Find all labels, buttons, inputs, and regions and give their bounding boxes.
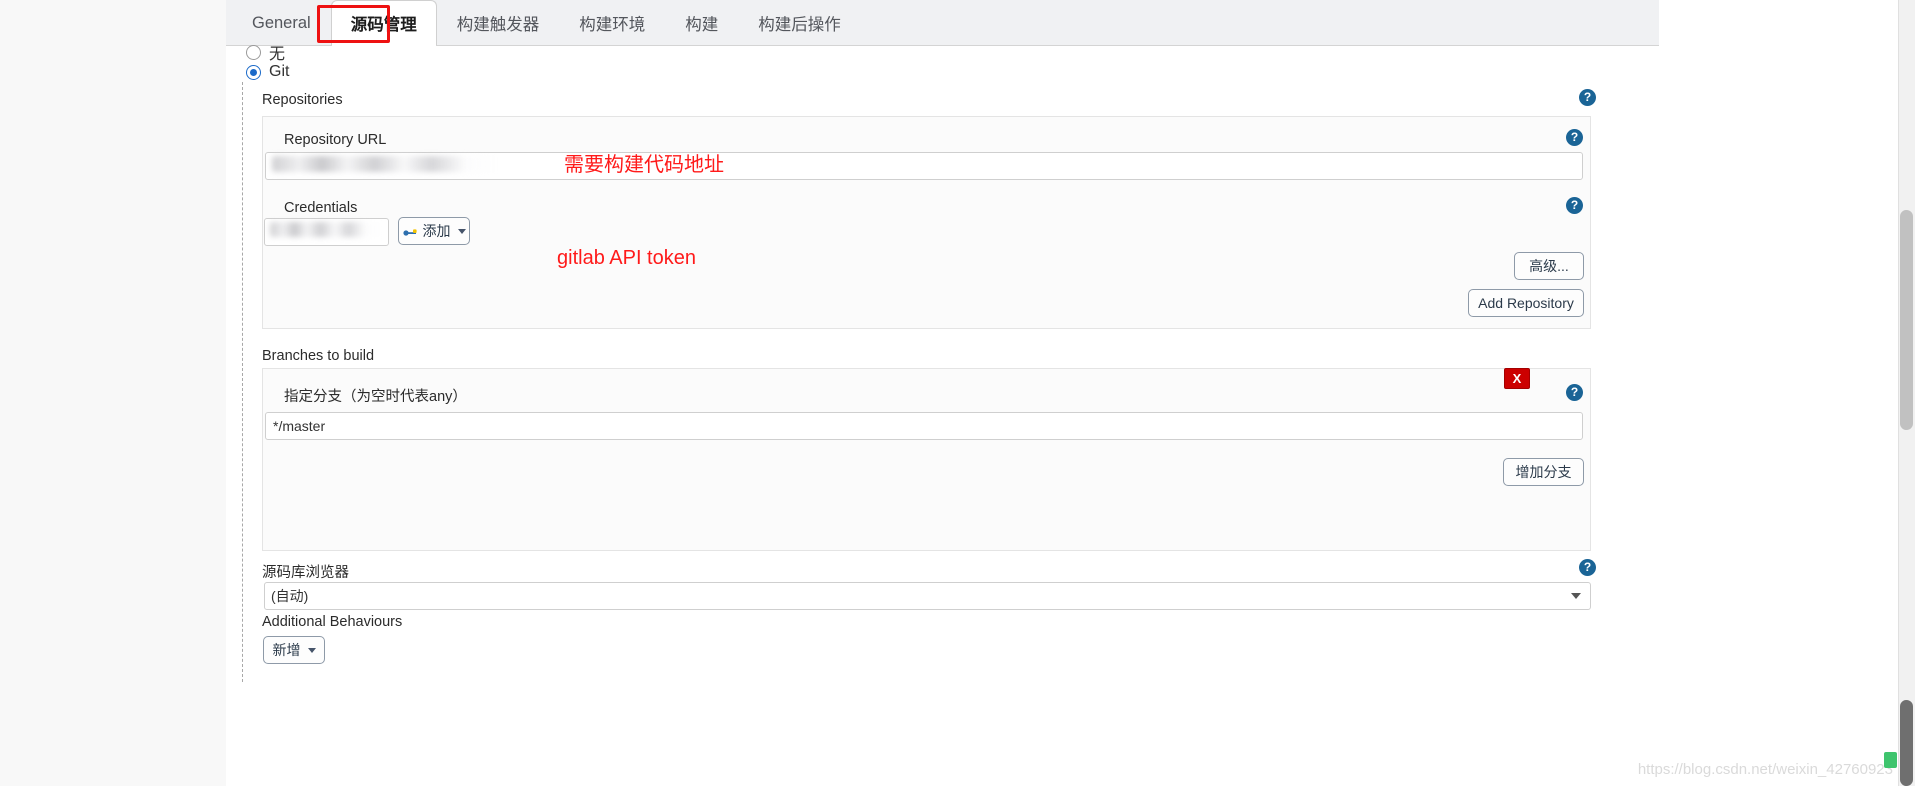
tab-build-environment[interactable]: 构建环境	[559, 0, 665, 45]
advanced-button-label: 高级...	[1529, 258, 1569, 274]
page-scrollbar-thumb-secondary[interactable]	[1900, 700, 1913, 786]
tab-general-label: General	[252, 13, 311, 32]
tab-source-code-management[interactable]: 源码管理	[330, 0, 437, 46]
additional-behaviours-label: Additional Behaviours	[262, 614, 403, 630]
credentials-label: Credentials	[284, 200, 358, 216]
add-repository-button[interactable]: Add Repository	[1468, 289, 1584, 317]
tab-build[interactable]: 构建	[665, 0, 738, 45]
delete-branch-button[interactable]: X	[1504, 368, 1530, 389]
page-left-gutter	[0, 0, 226, 786]
add-repository-button-label: Add Repository	[1478, 295, 1574, 311]
tab-build-label: 构建	[685, 16, 719, 34]
tab-build-triggers-label: 构建触发器	[456, 16, 540, 34]
scm-option-none[interactable]: 无	[246, 40, 285, 64]
watermark-text: https://blog.csdn.net/weixin_42760923	[1637, 761, 1893, 778]
config-tab-bar: General 源码管理 构建触发器 构建环境 构建 构建后操作	[226, 0, 1659, 46]
chevron-down-icon	[457, 228, 466, 234]
tab-build-triggers[interactable]: 构建触发器	[437, 0, 560, 45]
repository-url-label: Repository URL	[284, 132, 387, 148]
repository-url-help-icon[interactable]: ?	[1566, 129, 1583, 146]
branch-specifier-input[interactable]	[265, 412, 1583, 440]
repositories-heading: Repositories	[262, 92, 343, 108]
additional-behaviours-add-label: 新增	[272, 642, 301, 658]
advanced-button[interactable]: 高级...	[1514, 252, 1584, 280]
tab-post-build-actions[interactable]: 构建后操作	[738, 0, 861, 45]
repository-browser-select[interactable]: (自动)	[264, 582, 1591, 610]
add-credentials-label: 添加	[422, 223, 451, 239]
branches-to-build-heading: Branches to build	[262, 348, 375, 364]
branch-help-icon[interactable]: ?	[1566, 384, 1583, 401]
git-section-guide	[242, 82, 243, 682]
tab-post-build-actions-label: 构建后操作	[758, 16, 841, 34]
scm-config-content: 无 Git Repositories ? Repository URL ? 需要…	[226, 44, 1659, 786]
add-branch-button[interactable]: 增加分支	[1503, 458, 1584, 486]
tab-build-environment-label: 构建环境	[579, 16, 646, 34]
credentials-help-icon[interactable]: ?	[1566, 197, 1583, 214]
additional-behaviours-add-button[interactable]: 新增	[263, 636, 325, 664]
tab-source-code-management-label: 源码管理	[350, 16, 417, 34]
repository-browser-label: 源码库浏览器	[262, 565, 349, 581]
branch-specifier-label: 指定分支（为空时代表any）	[284, 389, 467, 405]
scm-option-git[interactable]: Git	[246, 63, 289, 81]
chevron-down-icon-add	[307, 647, 316, 653]
watermark-badge-icon	[1884, 752, 1897, 768]
page-right-gutter	[1659, 0, 1915, 786]
radio-git[interactable]	[246, 64, 261, 80]
repository-browser-help-icon[interactable]: ?	[1579, 559, 1596, 576]
repository-url-input[interactable]	[265, 152, 1583, 180]
annotation-credentials: gitlab API token	[557, 247, 696, 269]
scm-option-git-label: Git	[269, 63, 290, 80]
tab-general[interactable]: General	[232, 0, 331, 45]
credentials-select[interactable]	[264, 218, 389, 246]
repositories-help-icon[interactable]: ?	[1579, 89, 1596, 106]
jenkins-job-config-page: General 源码管理 构建触发器 构建环境 构建 构建后操作 无 Git R…	[0, 0, 1915, 786]
key-icon	[402, 225, 418, 237]
add-credentials-button[interactable]: 添加	[398, 217, 470, 245]
page-scrollbar-thumb[interactable]	[1900, 210, 1913, 430]
radio-none[interactable]	[246, 44, 261, 60]
scm-option-none-label: 无	[269, 46, 286, 63]
add-branch-button-label: 增加分支	[1515, 464, 1572, 480]
annotation-repository-url: 需要构建代码地址	[564, 154, 724, 176]
